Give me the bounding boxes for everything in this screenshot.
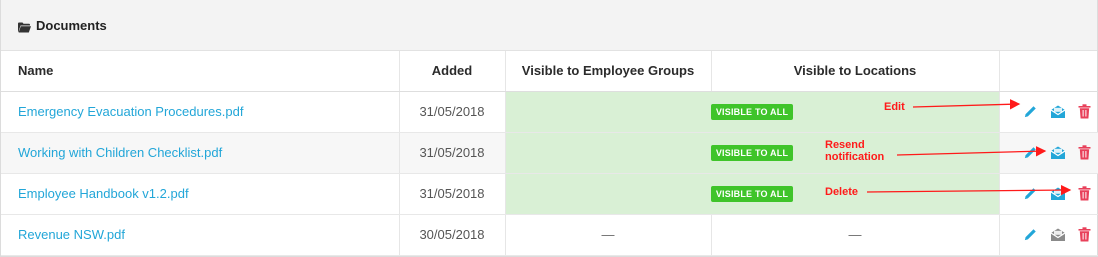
visible-to-all-badge: VISIBLE TO ALL — [710, 145, 794, 161]
resend-notification-icon[interactable] — [1049, 226, 1066, 243]
added-date: 31/05/2018 — [399, 173, 506, 215]
delete-trash-icon[interactable] — [1076, 226, 1093, 243]
delete-trash-icon[interactable] — [1076, 144, 1093, 161]
resend-notification-icon[interactable] — [1049, 103, 1066, 120]
added-date: 31/05/2018 — [399, 91, 506, 133]
edit-pencil-icon[interactable] — [1022, 103, 1039, 120]
table-header-row: Name Added Visible to Employee Groups Vi… — [1, 51, 1098, 92]
name-cell: Emergency Evacuation Procedures.pdf — [1, 91, 400, 133]
visible-to-all-badge: VISIBLE TO ALL — [710, 186, 794, 202]
resend-notification-icon[interactable] — [1049, 144, 1066, 161]
name-cell: Working with Children Checklist.pdf — [1, 132, 400, 174]
added-date: 30/05/2018 — [399, 214, 506, 256]
employee-groups-cell: — — [505, 214, 712, 256]
column-header-locations: Visible to Locations — [711, 51, 1000, 92]
visibility-cell: VISIBLE TO ALL — [505, 132, 1000, 174]
table-row: Employee Handbook v1.2.pdf 31/05/2018 VI… — [1, 173, 1098, 215]
edit-pencil-icon[interactable] — [1022, 226, 1039, 243]
edit-pencil-icon[interactable] — [1022, 144, 1039, 161]
visible-to-all-badge: VISIBLE TO ALL — [710, 104, 794, 120]
document-link[interactable]: Revenue NSW.pdf — [18, 227, 125, 242]
annotation-resend-line2: notification — [825, 151, 885, 163]
panel-title: Documents — [36, 17, 107, 33]
document-link[interactable]: Emergency Evacuation Procedures.pdf — [18, 104, 243, 119]
documents-table: Name Added Visible to Employee Groups Vi… — [1, 51, 1098, 256]
delete-trash-icon[interactable] — [1076, 185, 1093, 202]
column-header-actions — [999, 51, 1098, 92]
panel-header: Documents — [1, 0, 1097, 51]
documents-panel: Documents Name Added Visible to Employee… — [0, 0, 1098, 257]
column-header-added[interactable]: Added — [399, 51, 506, 92]
visibility-cell: VISIBLE TO ALL — [505, 173, 1000, 215]
table-row: Emergency Evacuation Procedures.pdf 31/0… — [1, 91, 1098, 133]
folder-open-icon — [18, 20, 31, 32]
annotation-resend-label: Resend notification — [825, 139, 884, 163]
table-row: Working with Children Checklist.pdf 31/0… — [1, 132, 1098, 174]
column-header-name[interactable]: Name — [1, 51, 400, 92]
annotation-delete-label: Delete — [825, 186, 859, 198]
actions-cell — [999, 91, 1098, 133]
actions-cell — [999, 132, 1098, 174]
actions-cell — [999, 173, 1098, 215]
resend-notification-icon[interactable] — [1049, 185, 1066, 202]
delete-trash-icon[interactable] — [1076, 103, 1093, 120]
actions-cell — [999, 214, 1098, 256]
annotation-resend-line1: Resend — [825, 139, 865, 151]
annotation-edit-label: Edit — [884, 101, 905, 113]
added-date: 31/05/2018 — [399, 132, 506, 174]
name-cell: Employee Handbook v1.2.pdf — [1, 173, 400, 215]
table-row: Revenue NSW.pdf 30/05/2018 — — — [1, 214, 1098, 256]
name-cell: Revenue NSW.pdf — [1, 214, 400, 256]
edit-pencil-icon[interactable] — [1022, 185, 1039, 202]
document-link[interactable]: Employee Handbook v1.2.pdf — [18, 186, 189, 201]
document-link[interactable]: Working with Children Checklist.pdf — [18, 145, 222, 160]
visibility-cell: VISIBLE TO ALL — [505, 91, 1000, 133]
locations-cell: — — [711, 214, 1000, 256]
column-header-employee-groups: Visible to Employee Groups — [505, 51, 712, 92]
